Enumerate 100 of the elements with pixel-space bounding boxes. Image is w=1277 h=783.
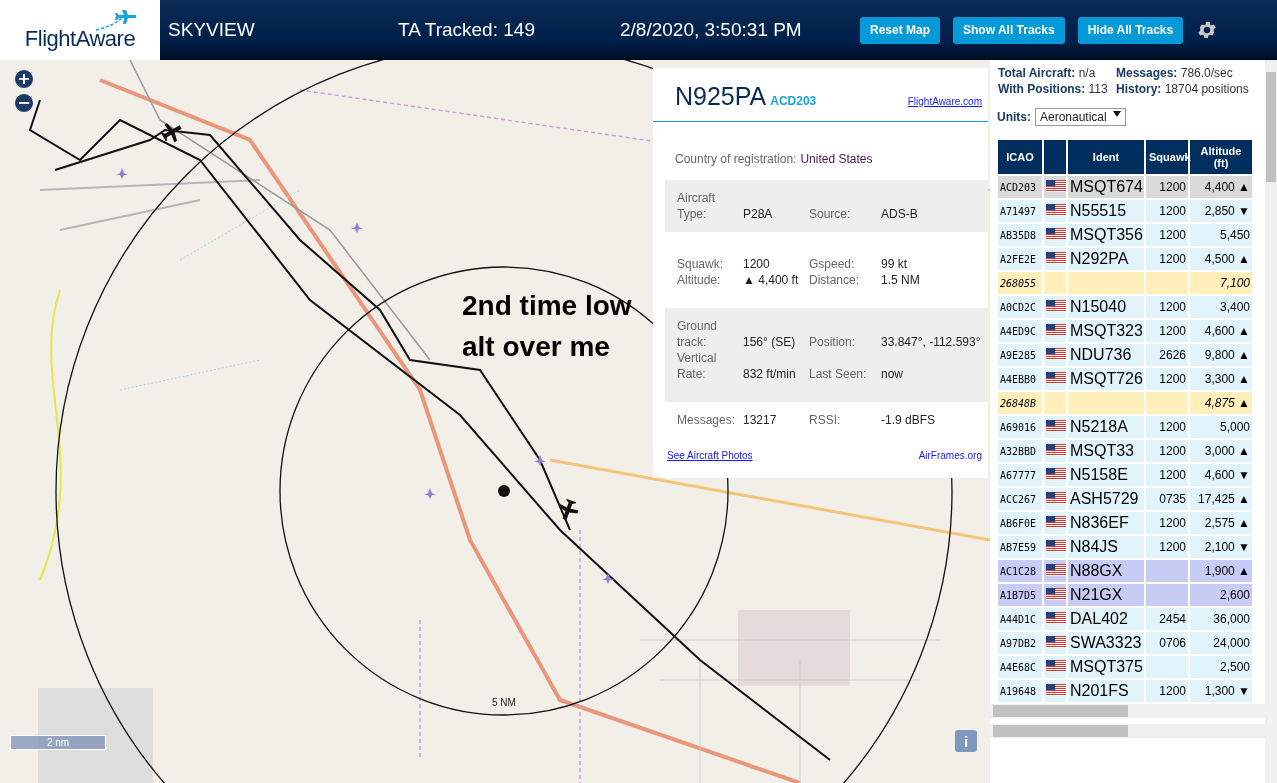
units-dropdown[interactable]: Aeronautical xyxy=(1035,108,1126,126)
aircraft-row[interactable]: AB35D8 MSQT356 1200 5,450 xyxy=(998,224,1252,246)
airframes-link[interactable]: AirFrames.org xyxy=(918,450,982,461)
aircraft-icon[interactable] xyxy=(160,123,182,143)
flag-icon xyxy=(1046,491,1066,504)
table-cell: 1,900 ▲ xyxy=(1190,560,1252,582)
column-header[interactable]: Altitude (ft) xyxy=(1190,140,1252,174)
receiver-marker xyxy=(498,485,510,497)
flag-icon xyxy=(1046,227,1066,240)
table-cell: AB7E59 xyxy=(998,536,1042,558)
table-cell: 3,300 ▲ xyxy=(1190,368,1252,390)
aircraft-row[interactable]: A4E68C MSQT375 2,500 xyxy=(998,656,1252,678)
app-title: SKYVIEW xyxy=(168,19,256,41)
table-cell: N55515 xyxy=(1068,200,1144,222)
table-cell: N84JS xyxy=(1068,536,1144,558)
horizontal-scrollbar[interactable] xyxy=(990,724,1265,738)
flag-icon xyxy=(1046,179,1066,192)
date-time: 2/8/2020, 3:50:31 PM xyxy=(620,19,803,41)
aircraft-row[interactable]: A4EBB0 MSQT726 1200 3,300 ▲ xyxy=(998,368,1252,390)
aircraft-row[interactable]: AC1C28 N88GX 1,900 ▲ xyxy=(998,560,1252,582)
aircraft-row[interactable]: 26848B 4,875 ▲ xyxy=(998,392,1252,414)
caret-icon xyxy=(1112,110,1121,118)
horizontal-scrollbar[interactable] xyxy=(990,704,1265,718)
aircraft-row[interactable]: A19648 N201FS 1200 1,300 ▼ xyxy=(998,680,1252,702)
table-cell: 5,450 xyxy=(1190,224,1252,246)
field-value: 13217 xyxy=(743,412,778,428)
table-cell: ACC267 xyxy=(998,488,1042,510)
table-cell: 268055 xyxy=(998,272,1042,294)
table-cell: 3,000 ▲ xyxy=(1190,440,1252,462)
aircraft-row[interactable]: 268055 7,100 xyxy=(998,272,1252,294)
settings-icon[interactable] xyxy=(1196,19,1219,41)
table-cell: MSQT356 xyxy=(1068,224,1144,246)
field-label: Messages: xyxy=(677,412,737,428)
aircraft-row[interactable]: AB7E59 N84JS 1200 2,100 ▼ xyxy=(998,536,1252,558)
table-cell: 1200 xyxy=(1146,224,1188,246)
table-cell: 2,575 ▲ xyxy=(1190,512,1252,534)
aircraft-icon[interactable] xyxy=(558,498,579,521)
table-cell: AB35D8 xyxy=(998,224,1042,246)
table-cell: A32BBD xyxy=(998,440,1042,462)
table-cell: 9,800 ▲ xyxy=(1190,344,1252,366)
table-cell: MSQT726 xyxy=(1068,368,1144,390)
table-cell: 1200 xyxy=(1146,248,1188,270)
flag-icon xyxy=(1046,515,1066,528)
flag-icon xyxy=(1046,443,1066,456)
logo[interactable]: FlightAware xyxy=(0,0,160,60)
table-cell: 1200 xyxy=(1146,368,1188,390)
table-cell: MSQT33 xyxy=(1068,440,1144,462)
field-value: 832 ft/min xyxy=(743,366,797,382)
aircraft-row[interactable]: A71497 N55515 1200 2,850 ▼ xyxy=(998,200,1252,222)
flag-icon xyxy=(1046,539,1066,552)
table-cell: 4,500 ▲ xyxy=(1190,248,1252,270)
table-cell: 17,425 ▲ xyxy=(1190,488,1252,510)
table-cell: A9E285 xyxy=(998,344,1042,366)
table-cell: MSQT375 xyxy=(1068,656,1144,678)
aircraft-icon[interactable] xyxy=(534,455,546,466)
table-cell: 0735 xyxy=(1146,488,1188,510)
aircraft-row[interactable]: A44D1C DAL402 2454 36,000 xyxy=(998,608,1252,630)
table-cell: 2,850 ▼ xyxy=(1190,200,1252,222)
aircraft-icon[interactable] xyxy=(602,573,614,584)
photos-link[interactable]: See Aircraft Photos xyxy=(667,450,753,461)
table-cell: 4,875 ▲ xyxy=(1190,392,1252,414)
table-cell: A4ED9C xyxy=(998,320,1042,342)
scale-bar: 2 nm xyxy=(10,735,106,750)
field-label: Gspeed: xyxy=(809,256,856,272)
aircraft-row[interactable]: A2FE2E N292PA 1200 4,500 ▲ xyxy=(998,248,1252,270)
stat-text: Total Aircraft: n/a xyxy=(998,66,1097,80)
table-cell: A0CD2C xyxy=(998,296,1042,318)
field-value: 99 kt xyxy=(881,256,908,272)
aircraft-row[interactable]: A67777 N5158E 1200 4,600 ▼ xyxy=(998,464,1252,486)
field-label: Altitude: xyxy=(677,272,722,288)
table-cell: 1200 xyxy=(1146,512,1188,534)
flag-icon xyxy=(1046,683,1066,696)
aircraft-row[interactable]: A4ED9C MSQT323 1200 4,600 ▲ xyxy=(998,320,1252,342)
table-cell: 0706 xyxy=(1146,632,1188,654)
field-label: Country of registration: xyxy=(675,152,797,166)
table-cell: 1200 xyxy=(1146,200,1188,222)
aircraft-row[interactable]: AB6F0E N836EF 1200 2,575 ▲ xyxy=(998,512,1252,534)
flag-icon xyxy=(1046,659,1066,672)
flag-icon xyxy=(1046,347,1066,360)
aircraft-row[interactable]: ACC267 ASH5729 0735 17,425 ▲ xyxy=(998,488,1252,510)
aircraft-row[interactable]: A0CD2C N15040 1200 3,400 xyxy=(998,296,1252,318)
table-cell: N21GX xyxy=(1068,584,1144,606)
aircraft-row[interactable]: A32BBD MSQT33 1200 3,000 ▲ xyxy=(998,440,1252,462)
aircraft-row[interactable]: A9E285 NDU736 2626 9,800 ▲ xyxy=(998,344,1252,366)
aircraft-row[interactable]: A97DB2 SWA3323 0706 24,000 xyxy=(998,632,1252,654)
flightaware-link[interactable]: FlightAware.com xyxy=(907,96,982,107)
flag-icon xyxy=(1046,251,1066,264)
table-cell: 2,100 ▼ xyxy=(1190,536,1252,558)
column-header[interactable]: Ident xyxy=(1068,140,1144,174)
field-value: 156° (SE) xyxy=(743,334,797,350)
column-header[interactable]: ICAO xyxy=(998,140,1042,174)
aircraft-row[interactable]: A1B7D5 N21GX 2,600 xyxy=(998,584,1252,606)
vertical-scrollbar[interactable] xyxy=(1265,60,1277,783)
table-cell: 1200 xyxy=(1146,464,1188,486)
field-value: 1200 xyxy=(743,256,771,272)
field-label: Position: xyxy=(809,334,857,350)
aircraft-row[interactable]: A69016 N5218A 1200 5,000 xyxy=(998,416,1252,438)
field-label: Last Seen: xyxy=(809,366,868,382)
aircraft-row[interactable]: ACD203 MSQT674 1200 4,400 ▲ xyxy=(998,176,1252,198)
field-value: now xyxy=(881,366,904,382)
